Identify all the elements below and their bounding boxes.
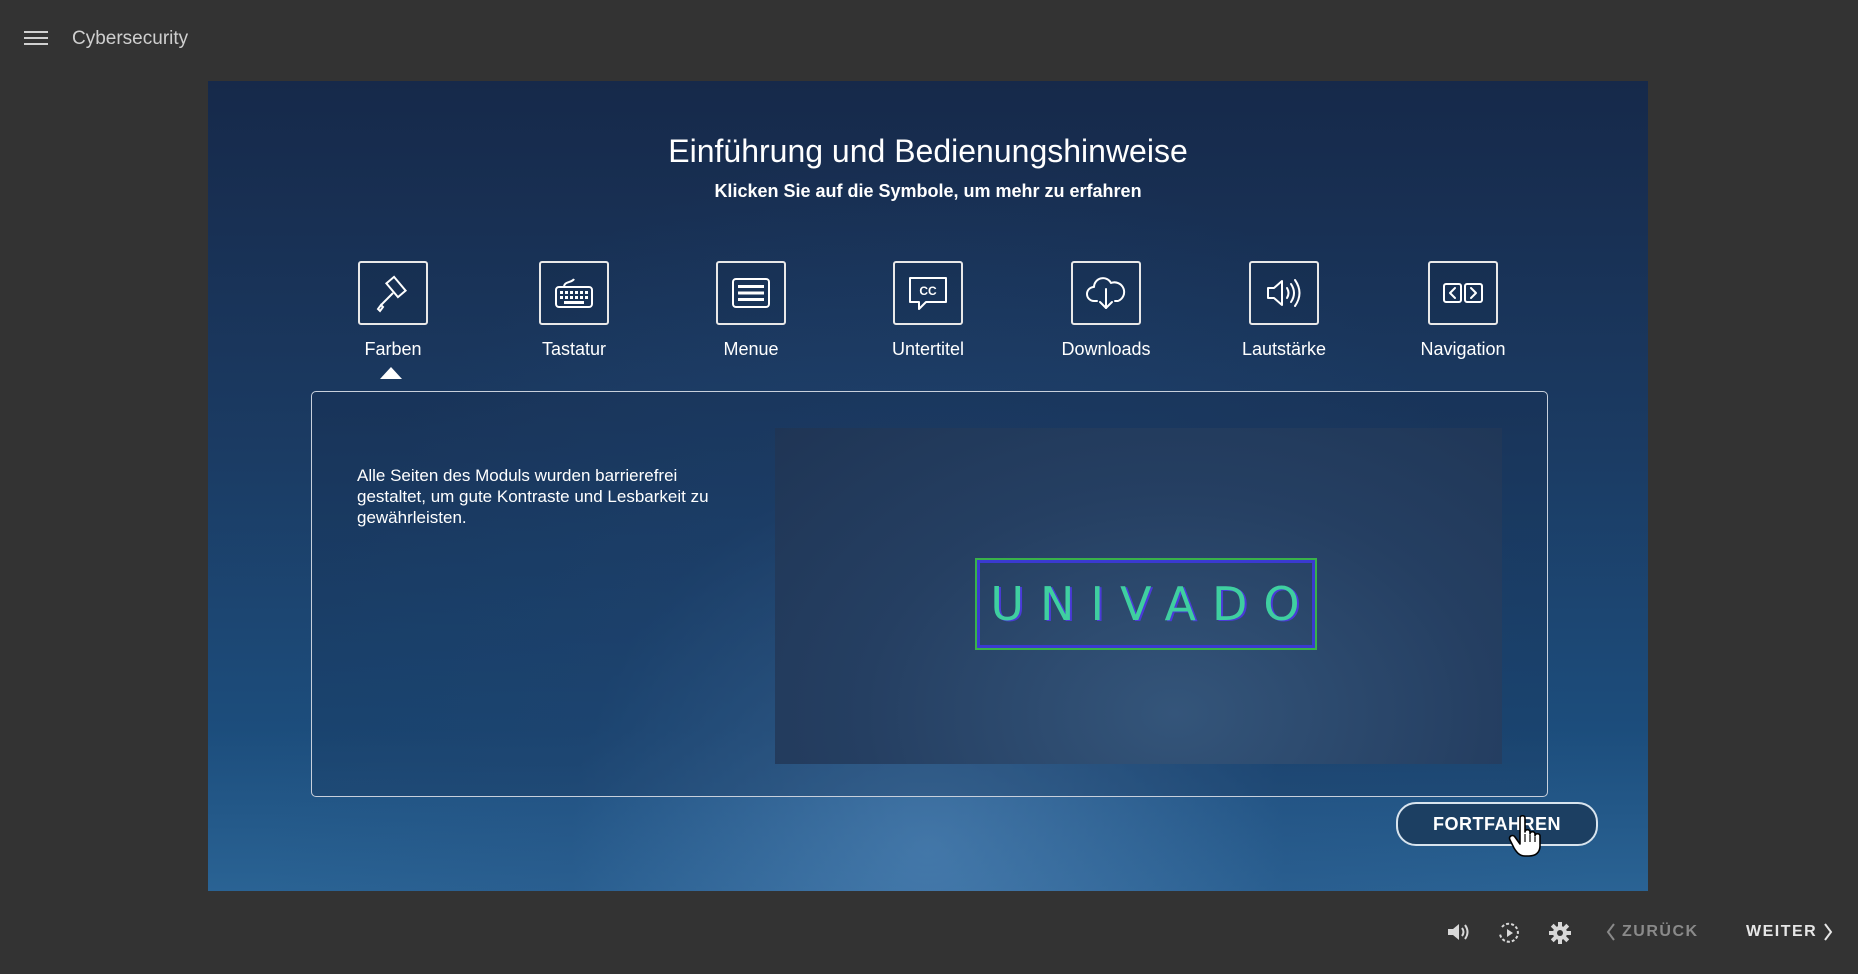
replay-icon xyxy=(1499,922,1519,943)
chevron-left-icon xyxy=(1606,923,1615,941)
topic-downloads[interactable]: Downloads xyxy=(1036,261,1176,360)
next-label: WEITER xyxy=(1746,923,1818,940)
topic-untertitel[interactable]: CC Untertitel xyxy=(858,261,998,360)
cloud-download-icon xyxy=(1086,277,1126,309)
keyboard-icon xyxy=(555,278,593,308)
replay-button[interactable] xyxy=(1497,921,1521,945)
panel-description: Alle Seiten des Moduls wurden barrierefr… xyxy=(357,466,709,527)
topic-label: Downloads xyxy=(1061,339,1151,359)
volume-icon xyxy=(1448,924,1469,940)
chevron-right-icon xyxy=(1824,923,1833,941)
volume-icon xyxy=(1267,279,1301,307)
slide-subtitle: Klicken Sie auf die Symbole, um mehr zu … xyxy=(714,181,1142,201)
topic-label: Tastatur xyxy=(541,339,607,359)
topic-lautstaerke[interactable]: Lautstärke xyxy=(1214,261,1354,360)
volume-button[interactable] xyxy=(1446,921,1472,943)
color-preview-image: UNIVADO xyxy=(775,428,1502,764)
course-title: Cybersecurity xyxy=(72,28,189,49)
gear-icon xyxy=(1549,922,1571,944)
hamburger-menu-icon[interactable] xyxy=(24,31,48,49)
topic-navigation[interactable]: Navigation xyxy=(1393,261,1533,360)
next-button[interactable]: WEITER xyxy=(1746,923,1833,941)
topic-label: Farben xyxy=(364,339,422,359)
back-button[interactable]: ZURÜCK xyxy=(1606,923,1699,941)
player-controls xyxy=(0,905,1858,965)
menu-icon xyxy=(732,278,770,308)
topic-label: Untertitel xyxy=(891,339,965,359)
univado-logo: UNIVADO xyxy=(975,558,1317,650)
top-bar: Cybersecurity xyxy=(0,0,1858,80)
topic-tastatur[interactable]: Tastatur xyxy=(504,261,644,360)
selected-topic-indicator xyxy=(380,367,402,379)
cc-glyph: CC xyxy=(919,284,937,298)
continue-button[interactable]: FORTFAHREN xyxy=(1396,802,1598,846)
hand-cursor-icon xyxy=(1508,814,1541,857)
content-panel: Alle Seiten des Moduls wurden barrierefr… xyxy=(311,391,1548,797)
logo-text: UNIVADO xyxy=(990,577,1316,631)
paint-roller-icon xyxy=(376,275,408,313)
topic-label: Lautstärke xyxy=(1241,339,1327,359)
slide-stage: Einführung und Bedienungshinweise Klicke… xyxy=(208,81,1648,891)
navigation-arrows-icon xyxy=(1443,283,1483,303)
closed-caption-icon: CC xyxy=(909,277,947,310)
topic-farben[interactable]: Farben xyxy=(323,261,463,360)
slide-title: Einführung und Bedienungshinweise xyxy=(668,133,1188,169)
topic-label: Navigation xyxy=(1420,339,1506,359)
topic-label: Menue xyxy=(723,339,779,359)
topic-menue[interactable]: Menue xyxy=(681,261,821,360)
settings-button[interactable] xyxy=(1548,921,1572,945)
back-label: ZURÜCK xyxy=(1622,923,1699,940)
